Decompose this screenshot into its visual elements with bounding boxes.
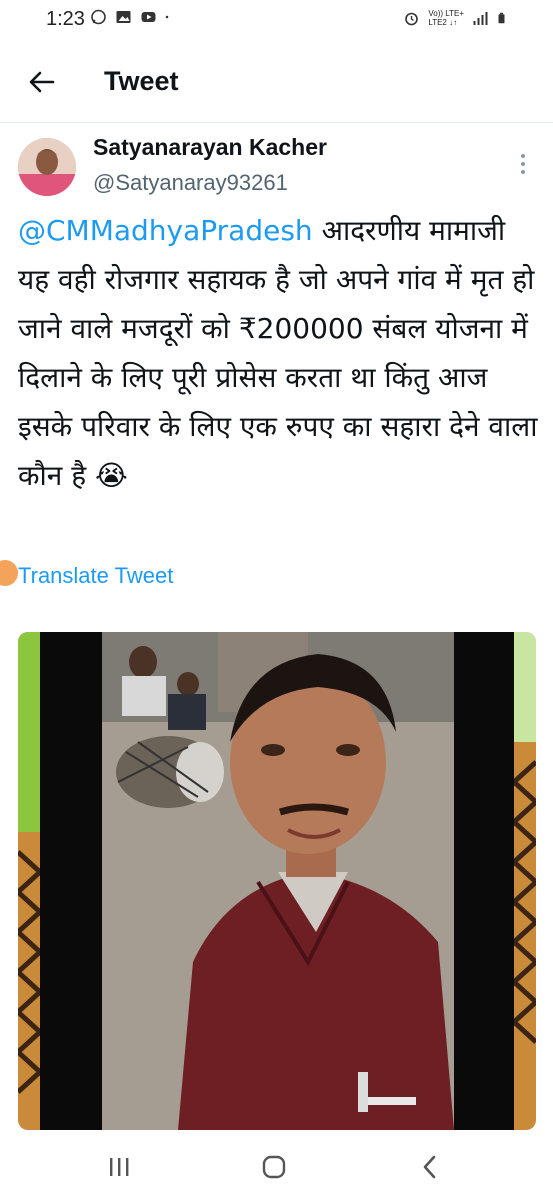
mention-link[interactable]: @CMMadhyaPradesh	[18, 214, 313, 247]
network-label-top: Vo)) LTE+	[428, 9, 464, 18]
avatar-photo	[18, 138, 76, 196]
tweet-text: @CMMadhyaPradesh आदरणीय मामाजी यह वही रो…	[18, 206, 538, 500]
nav-back-button[interactable]	[410, 1150, 450, 1184]
more-options-button[interactable]	[513, 150, 533, 180]
alarm-icon	[405, 12, 419, 26]
photo-image	[18, 632, 536, 1130]
whatsapp-icon	[91, 9, 106, 25]
home-icon	[262, 1155, 286, 1179]
status-icons-left	[90, 9, 173, 25]
status-time: 1:23	[46, 8, 85, 30]
page-title: Tweet	[104, 66, 179, 96]
volte-label: Vo)) LTE+ LTE2 ↓↑	[428, 9, 464, 27]
recent-apps-icon	[110, 1158, 129, 1176]
screen-record-badge[interactable]	[0, 560, 18, 586]
header-divider	[0, 122, 553, 123]
nav-back-icon	[423, 1155, 436, 1179]
back-button[interactable]	[22, 62, 62, 102]
avatar[interactable]	[18, 138, 76, 196]
arrow-left-icon	[29, 71, 55, 93]
status-bar: 1:23 Vo)) LTE+ LTE2 ↓↑	[0, 0, 553, 40]
top-app-bar: Tweet	[0, 40, 553, 124]
gallery-icon	[116, 11, 131, 23]
tweet-media-photo[interactable]	[18, 632, 536, 1130]
signal-icon	[473, 12, 488, 25]
recent-apps-button[interactable]	[99, 1150, 139, 1184]
battery-icon	[498, 12, 505, 24]
system-nav-bar	[0, 1134, 553, 1200]
network-label-bottom: LTE2 ↓↑	[428, 18, 458, 27]
author-name[interactable]: Satyanarayan Kacher	[93, 134, 327, 161]
home-button[interactable]	[254, 1150, 294, 1184]
status-icons-right: Vo)) LTE+ LTE2 ↓↑	[403, 9, 509, 27]
dot-icon	[165, 15, 169, 19]
more-vertical-icon	[521, 154, 525, 174]
translate-tweet-link[interactable]: Translate Tweet	[18, 563, 173, 589]
tweet-body: आदरणीय मामाजी यह वही रोजगार सहायक है जो …	[18, 214, 538, 492]
youtube-icon	[141, 12, 156, 22]
author-handle[interactable]: @Satyanaray93261	[93, 170, 288, 196]
